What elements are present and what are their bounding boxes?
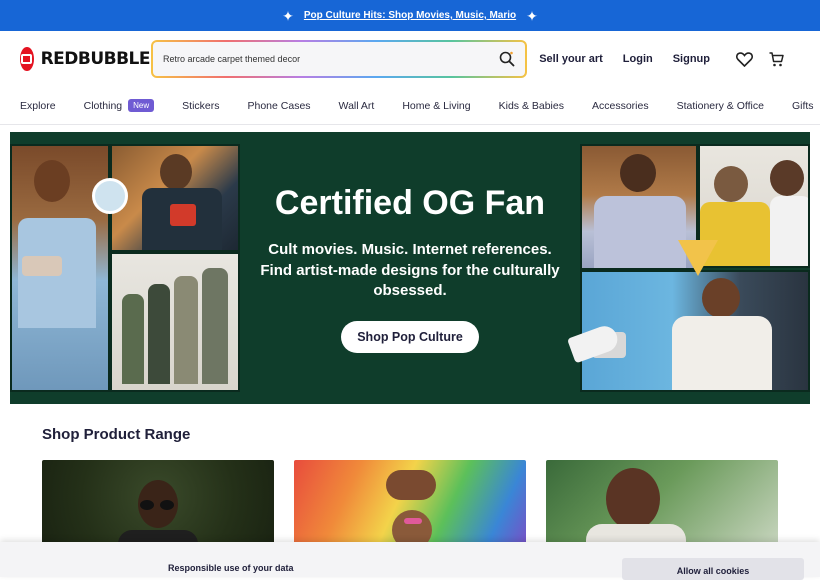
nav-item-accessories[interactable]: Accessories: [592, 100, 649, 112]
nav-item-stickers[interactable]: Stickers: [182, 100, 219, 112]
category-nav: Explore Clothing New Stickers Phone Case…: [0, 87, 820, 125]
redbubble-logo-icon: [20, 47, 34, 71]
heart-icon[interactable]: [736, 51, 753, 67]
cookie-banner: Responsible use of your data Allow all c…: [0, 542, 820, 580]
product-card[interactable]: [546, 460, 778, 550]
brand-name: REDBUBBLE: [40, 49, 151, 69]
hero-subtitle-line: Find artist-made designs for the cultura…: [260, 261, 560, 279]
hero-subtitle: Cult movies. Music. Internet references.…: [250, 240, 570, 302]
sparkle-icon: ✦: [526, 7, 538, 24]
new-badge: New: [128, 99, 155, 112]
nav-item-label: Clothing: [83, 99, 123, 112]
nav-item-wall-art[interactable]: Wall Art: [339, 100, 375, 112]
search-icon[interactable]: [499, 51, 515, 67]
sell-your-art-link[interactable]: Sell your art: [539, 53, 603, 65]
signup-link[interactable]: Signup: [673, 53, 710, 65]
product-card[interactable]: [42, 460, 274, 550]
header-actions: Sell your art Login Signup: [519, 31, 784, 87]
hero-subtitle-line: obsessed.: [373, 282, 447, 299]
hero-photo-group: [110, 252, 240, 392]
nav-item-stationery-office[interactable]: Stationery & Office: [677, 100, 764, 112]
hero-title: Certified OG Fan: [274, 184, 546, 222]
hero-photo-gamer-tee: [110, 144, 240, 252]
shop-pop-culture-button[interactable]: Shop Pop Culture: [341, 321, 479, 353]
cart-icon[interactable]: [769, 51, 784, 67]
pizza-sticker: [678, 240, 718, 276]
hero-banner[interactable]: Certified OG Fan Cult movies. Music. Int…: [10, 132, 810, 404]
nav-item-phone-cases[interactable]: Phone Cases: [248, 100, 311, 112]
site-header: REDBUBBLE Sell your art Login Signup: [0, 31, 820, 87]
sparkle-icon: ✦: [282, 7, 294, 24]
promo-link[interactable]: Pop Culture Hits: Shop Movies, Music, Ma…: [304, 10, 516, 21]
product-card[interactable]: [294, 460, 526, 550]
hero-photo-woman-tee: [10, 144, 110, 392]
search-input[interactable]: [163, 54, 499, 64]
nav-item-explore[interactable]: Explore: [20, 100, 56, 112]
logo[interactable]: REDBUBBLE: [20, 47, 151, 71]
nav-item-gifts[interactable]: Gifts: [792, 100, 814, 112]
nav-item-home-living[interactable]: Home & Living: [402, 100, 470, 112]
hero-subtitle-line: Cult movies. Music. Internet references.: [268, 241, 552, 258]
product-range-title: Shop Product Range: [42, 426, 191, 443]
search-bar: [151, 40, 527, 78]
promo-bar: ✦ Pop Culture Hits: Shop Movies, Music, …: [0, 0, 820, 31]
coffee-cup-sticker: [92, 178, 128, 214]
nav-item-kids-babies[interactable]: Kids & Babies: [499, 100, 564, 112]
nav-item-clothing[interactable]: Clothing New: [84, 99, 155, 112]
cookie-title: Responsible use of your data: [168, 563, 294, 573]
login-link[interactable]: Login: [623, 53, 653, 65]
